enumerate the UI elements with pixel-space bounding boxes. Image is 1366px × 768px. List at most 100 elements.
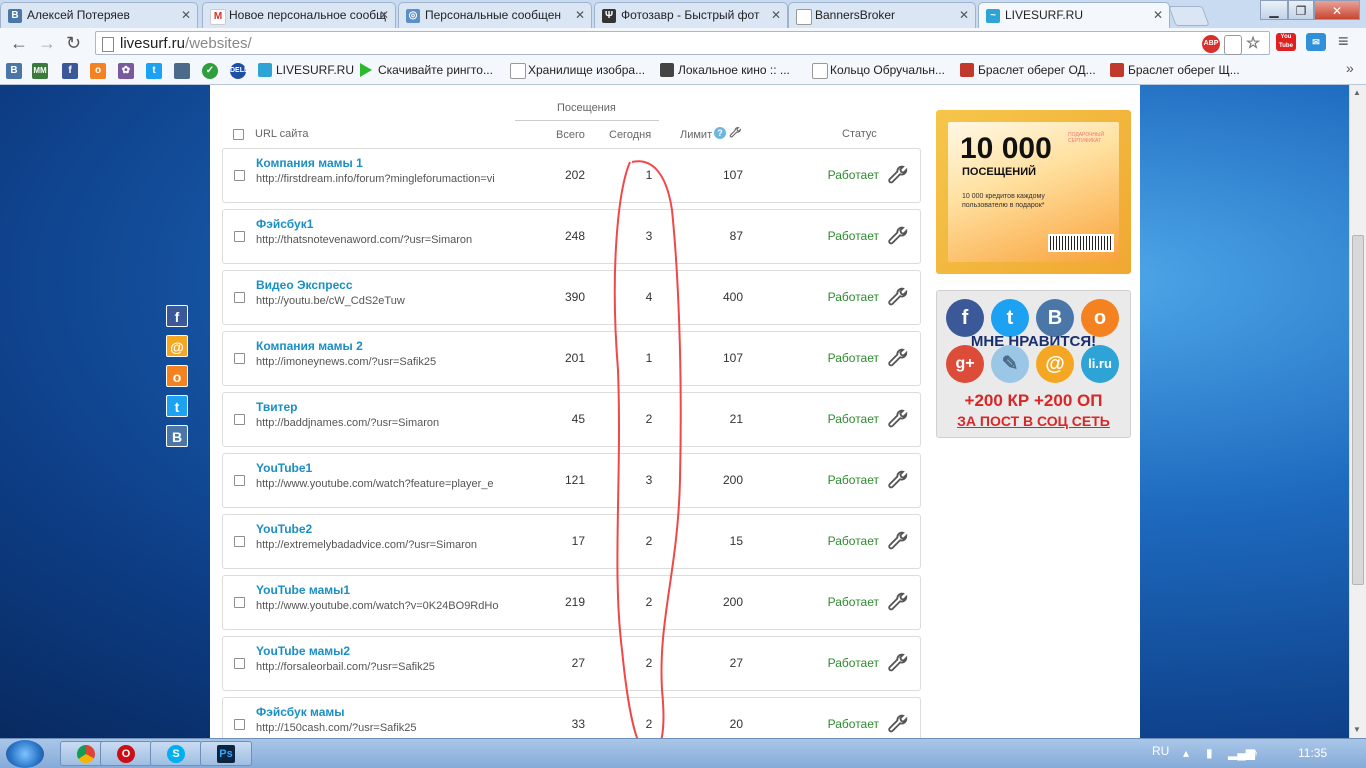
close-window-button[interactable]: ✕ [1314,0,1360,20]
row-checkbox[interactable] [234,597,245,608]
url-text[interactable]: livesurf.ru/websites/ [120,35,252,52]
reload-icon[interactable]: ↻ [66,33,81,54]
bookmark-ringtones[interactable]: Скачивайте рингто... [360,63,493,77]
row-checkbox[interactable] [234,475,245,486]
mm-icon[interactable]: MM [32,63,48,79]
vk-share-icon[interactable]: В [166,425,188,447]
facebook-share-icon[interactable]: f [166,305,188,327]
tray-expand-icon[interactable]: ▴ [1183,746,1189,760]
row-checkbox[interactable] [234,719,245,730]
promo-social-banner[interactable]: f t В о МНЕ НРАВИТСЯ! g+ ✎ @ li.ru +200 … [936,290,1131,438]
row-checkbox[interactable] [234,292,245,303]
odnoklassniki-share-icon[interactable]: о [166,365,188,387]
promo-post-link[interactable]: ЗА ПОСТ В СОЦ СЕТЬ [937,413,1130,429]
page-scrollbar[interactable]: ▲ ▼ [1349,85,1366,738]
twitter-icon[interactable]: t [146,63,162,79]
close-icon[interactable]: ✕ [771,8,781,22]
bookmarks-overflow-icon[interactable]: » [1346,60,1354,76]
wrench-icon[interactable] [887,530,909,552]
row-checkbox[interactable] [234,414,245,425]
row-checkbox[interactable] [234,536,245,547]
site-name-link[interactable]: YouTube2 [256,522,312,536]
close-icon[interactable]: ✕ [379,8,389,22]
sberbank-icon[interactable]: ✓ [202,63,218,79]
tab-gmail[interactable]: M Новое персональное сообщ ✕ [202,2,396,28]
row-checkbox[interactable] [234,658,245,669]
site-name-link[interactable]: YouTube мамы1 [256,583,350,597]
address-bar[interactable]: livesurf.ru/websites/ ABP ☆ [95,31,1270,55]
site-name-link[interactable]: Компания мамы 1 [256,156,363,170]
select-all-checkbox[interactable] [233,129,244,140]
people-icon[interactable]: ✿ [118,63,134,79]
new-tab-button[interactable] [1168,6,1210,26]
dell-icon[interactable]: DELL [230,63,248,79]
site-name-link[interactable]: Фэйсбук1 [256,217,313,231]
start-button[interactable] [6,740,44,768]
close-icon[interactable]: ✕ [959,8,969,22]
site-name-link[interactable]: Твитер [256,400,298,414]
taskbar-photoshop[interactable]: Ps [200,741,252,766]
close-icon[interactable]: ✕ [575,8,585,22]
row-checkbox[interactable] [234,231,245,242]
odnoklassniki-icon[interactable]: о [90,63,106,79]
tab-livesurf[interactable]: ~ LIVESURF.RU ✕ [978,2,1170,28]
wrench-icon[interactable] [887,652,909,674]
minimize-button[interactable]: ▁ [1260,0,1288,20]
bookmark-bracelet-2[interactable]: Браслет оберег Щ... [1110,63,1240,77]
adblock-icon[interactable]: ABP [1202,35,1220,53]
header-divider [515,120,659,121]
help-icon[interactable]: ? [714,127,726,139]
bookmark-image-storage[interactable]: Хранилище изобра... [510,63,645,79]
bookmark-bracelet-1[interactable]: Браслет оберег ОД... [960,63,1096,77]
bookmark-local-cinema[interactable]: Локальное кино :: ... [660,63,790,77]
clock[interactable]: 11:35 [1298,746,1327,760]
tab-photozavr[interactable]: Ψ Фотозавр - Быстрый фот ✕ [594,2,788,28]
twitter-share-icon[interactable]: t [166,395,188,417]
taskbar-opera[interactable]: O [100,741,152,766]
wrench-icon[interactable] [887,469,909,491]
square-icon[interactable] [174,63,190,79]
menu-icon[interactable]: ≡ [1338,31,1349,52]
youtube-icon[interactable]: You Tube [1276,33,1296,51]
tab-vk[interactable]: В Алексей Потеряев ✕ [0,2,198,28]
bookmark-ring[interactable]: Кольцо Обручальн... [812,63,945,79]
row-checkbox[interactable] [234,353,245,364]
wrench-icon[interactable] [887,591,909,613]
wrench-icon[interactable] [887,408,909,430]
scrollbar-thumb[interactable] [1352,235,1364,585]
tab-messages[interactable]: ◎ Персональные сообщен ✕ [398,2,592,28]
mailru-share-icon[interactable]: @ [166,335,188,357]
site-name-link[interactable]: YouTube1 [256,461,312,475]
vk-icon[interactable]: В [6,63,22,79]
close-icon[interactable]: ✕ [181,8,191,22]
back-arrow-icon[interactable]: ← [10,33,28,54]
page-action-icon[interactable] [1224,35,1242,55]
wrench-icon[interactable] [729,126,742,139]
site-name-link[interactable]: Фэйсбук мамы [256,705,345,719]
battery-icon[interactable]: ▮ [1206,746,1213,760]
volume-icon[interactable]: ♪ [1252,746,1258,760]
network-icon[interactable]: ▂▄▆ [1228,746,1255,760]
taskbar-skype[interactable]: S [150,741,202,766]
tab-bannersbroker[interactable]: BannersBroker ✕ [788,2,976,28]
wrench-icon[interactable] [887,225,909,247]
forward-arrow-icon[interactable]: → [38,33,56,54]
star-icon[interactable]: ☆ [1244,35,1262,53]
maximize-button[interactable]: ❐ [1288,0,1314,20]
scroll-up-icon[interactable]: ▲ [1353,88,1361,97]
wrench-icon[interactable] [887,286,909,308]
wrench-icon[interactable] [887,713,909,735]
language-indicator[interactable]: RU [1152,744,1169,758]
close-icon[interactable]: ✕ [1153,8,1163,22]
site-name-link[interactable]: Компания мамы 2 [256,339,363,353]
row-checkbox[interactable] [234,170,245,181]
bookmark-livesurf[interactable]: LIVESURF.RU [258,63,354,77]
wrench-icon[interactable] [887,347,909,369]
scroll-down-icon[interactable]: ▼ [1353,725,1361,734]
site-name-link[interactable]: YouTube мамы2 [256,644,350,658]
wrench-icon[interactable] [887,164,909,186]
site-name-link[interactable]: Видео Экспресс [256,278,353,292]
facebook-icon[interactable]: f [62,63,78,79]
promo-certificate-banner[interactable]: ПОДАРОЧНЫЙ СЕРТИФИКАТ 10 000 ПОСЕЩЕНИЙ 1… [936,110,1131,274]
mail-icon[interactable]: ✉ [1306,33,1326,51]
